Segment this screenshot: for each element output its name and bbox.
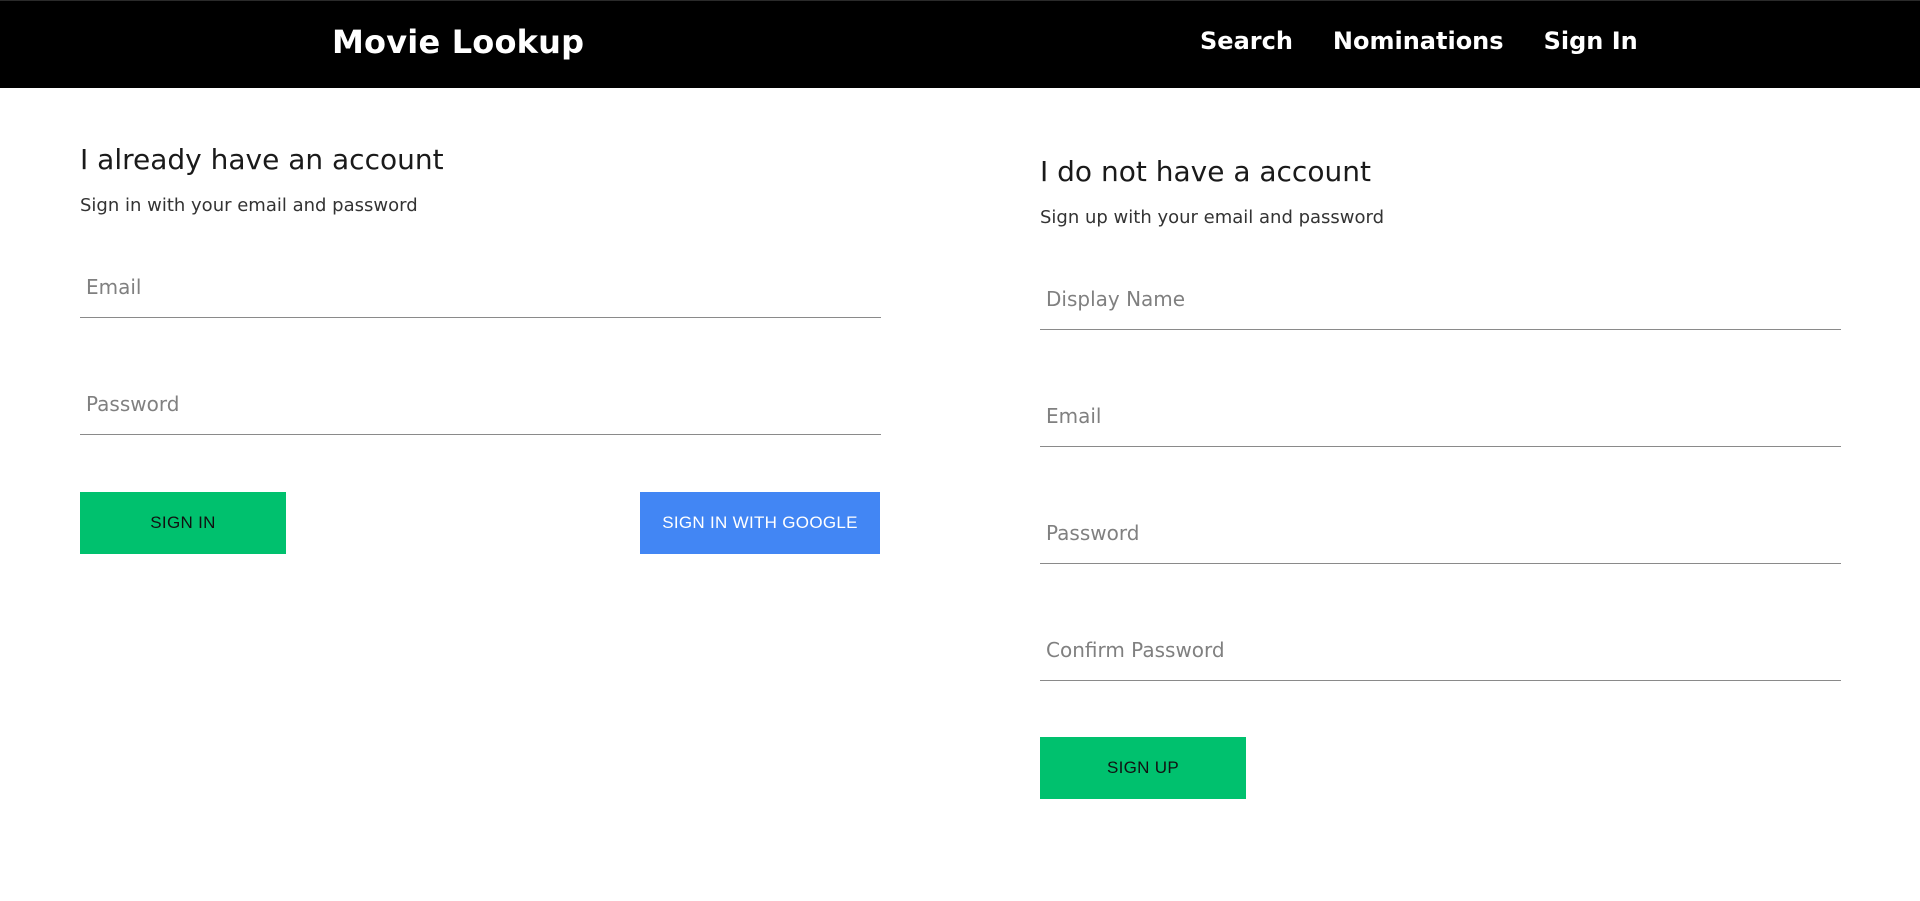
sign-in-buttons: Sign In Sign In With Google <box>80 492 881 554</box>
sign-in-password-input[interactable] <box>80 384 881 424</box>
sign-up-password-input[interactable] <box>1040 513 1841 553</box>
sign-in-email-input[interactable] <box>80 267 881 307</box>
sign-up-button[interactable]: Sign Up <box>1040 737 1246 799</box>
sign-up-display-name-input[interactable] <box>1040 279 1841 319</box>
sign-in-email-group <box>80 258 881 318</box>
sign-up-email-input[interactable] <box>1040 396 1841 436</box>
nav-link-search[interactable]: Search <box>1200 27 1293 55</box>
sign-up-buttons: Sign Up <box>1040 737 1841 799</box>
sign-up-title: I do not have a account <box>1040 155 1371 188</box>
sign-up-display-name-group <box>1040 270 1841 330</box>
sign-up-fields <box>1040 270 1841 681</box>
sign-in-with-google-button[interactable]: Sign In With Google <box>640 492 880 554</box>
sign-up-panel: I do not have a account Sign up with you… <box>1040 152 1841 799</box>
sign-in-fields <box>80 258 881 435</box>
nav-links: Search Nominations Sign In <box>1200 27 1638 55</box>
nav-link-nominations[interactable]: Nominations <box>1333 27 1504 55</box>
sign-up-password-group <box>1040 504 1841 564</box>
sign-in-button[interactable]: Sign In <box>80 492 286 554</box>
sign-in-password-group <box>80 375 881 435</box>
sign-in-panel: I already have an account Sign in with y… <box>80 140 881 554</box>
sign-up-confirm-password-group <box>1040 621 1841 681</box>
sign-in-title: I already have an account <box>80 143 444 176</box>
sign-up-subtitle: Sign up with your email and password <box>1040 207 1385 228</box>
sign-up-email-group <box>1040 387 1841 447</box>
top-navbar: Movie Lookup Search Nominations Sign In <box>0 0 1920 88</box>
sign-in-subtitle: Sign in with your email and password <box>80 195 418 216</box>
brand-logo-link[interactable]: Movie Lookup <box>332 23 584 61</box>
sign-up-confirm-password-input[interactable] <box>1040 630 1841 670</box>
nav-link-sign-in[interactable]: Sign In <box>1544 27 1638 55</box>
